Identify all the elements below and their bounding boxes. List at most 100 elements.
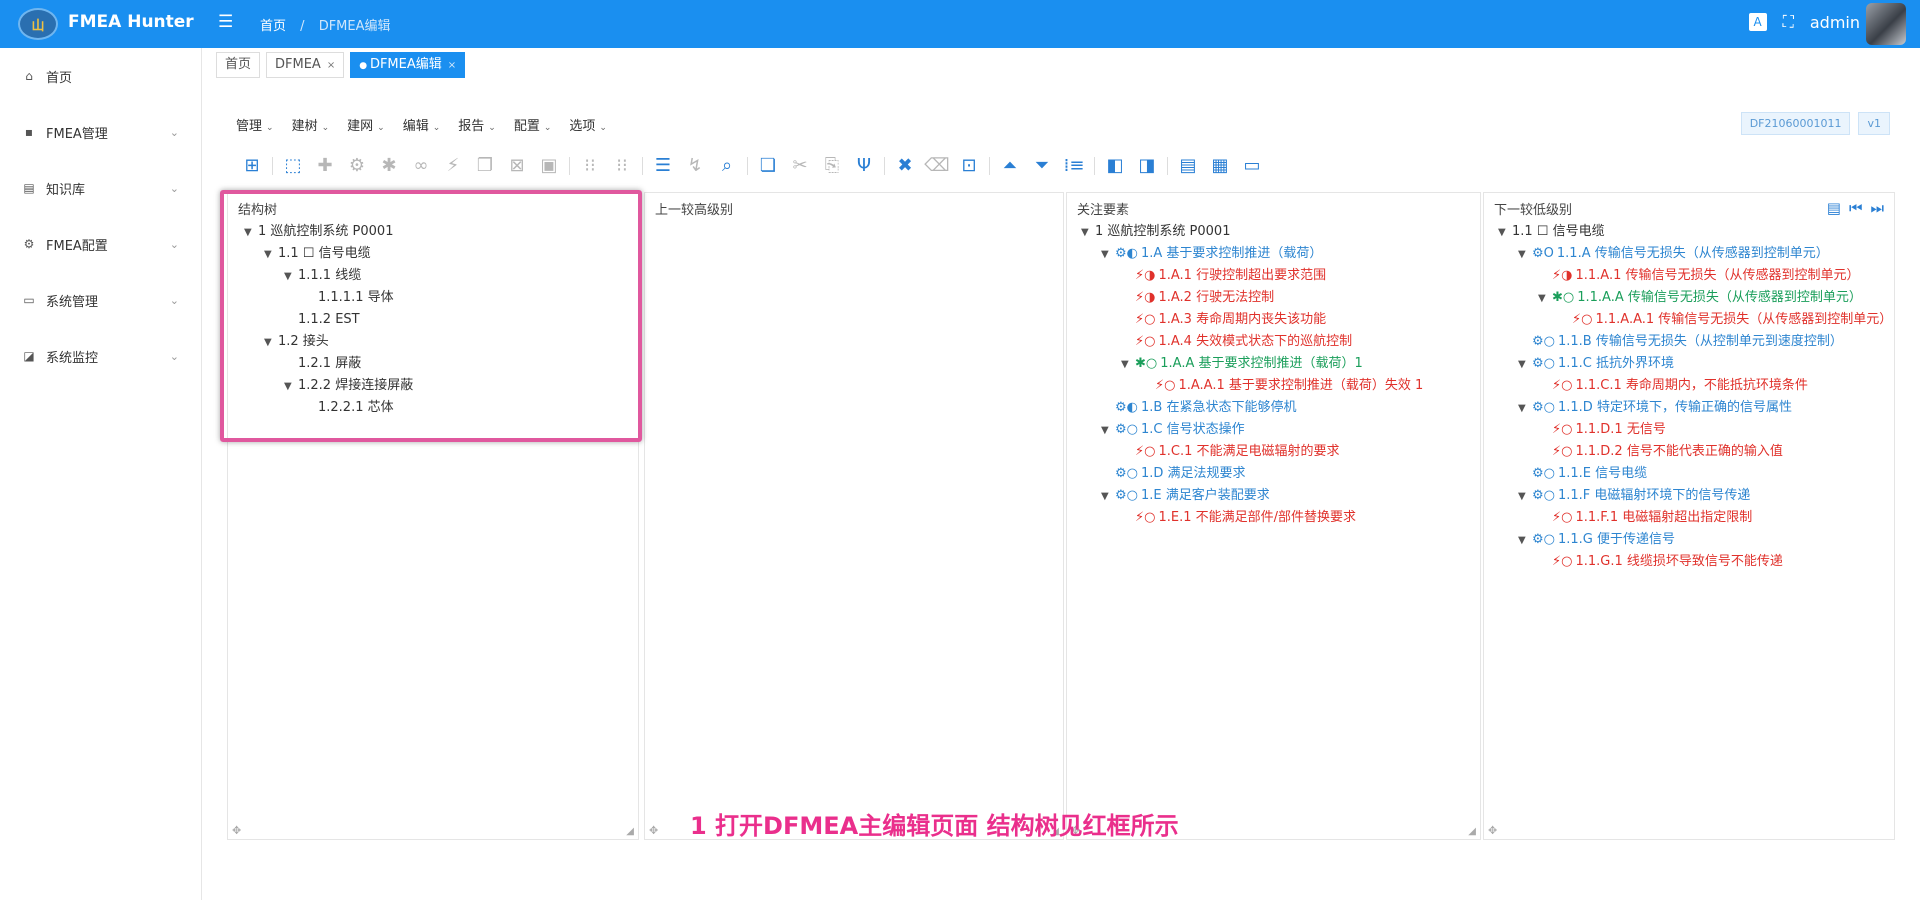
corner-grip-icon[interactable]: ◢ xyxy=(1468,826,1476,837)
sidebar-item-1[interactable]: ▪ FMEA管理 ⌄ xyxy=(0,104,201,160)
sidebar-item-2[interactable]: ▤ 知识库 ⌄ xyxy=(0,160,201,216)
grid2-icon[interactable]: ⁝⁝ xyxy=(606,153,638,179)
tree-node[interactable]: ⚡○ 1.A.A.1 基于要求控制推进（载荷）失效 1 xyxy=(1067,375,1480,397)
menu-fold-icon[interactable]: ☰ xyxy=(218,12,233,32)
tree-node[interactable]: ⚡◑ 1.1.A.1 传输信号无损失（从传感器到控制单元） xyxy=(1484,265,1894,287)
tree-node[interactable]: ▼ ⚙○ 1.1.G 便于传递信号 xyxy=(1484,529,1894,551)
sidebar-item-4[interactable]: ▭ 系统管理 ⌄ xyxy=(0,272,201,328)
backspace-icon[interactable]: ⌫ xyxy=(921,153,953,179)
expand-toggle-icon[interactable]: ▼ xyxy=(1518,398,1532,420)
menu-item-2[interactable]: 建网 ⌄ xyxy=(347,115,385,134)
resize-handle-icon[interactable]: ✥ xyxy=(649,824,658,837)
expand-toggle-icon[interactable]: ▼ xyxy=(1518,244,1532,266)
app-logo[interactable]: 山 xyxy=(18,8,58,40)
split-left-icon[interactable]: ◧ xyxy=(1099,153,1131,179)
tree-node[interactable]: ⚡○ 1.A.4 失效模式状态下的巡航控制 xyxy=(1067,331,1480,353)
tree-node[interactable]: ⚡○ 1.1.G.1 线缆损坏导致信号不能传递 xyxy=(1484,551,1894,573)
sidebar-item-5[interactable]: ◪ 系统监控 ⌄ xyxy=(0,328,201,384)
tree-node[interactable]: ⚡○ 1.1.F.1 电磁辐射超出指定限制 xyxy=(1484,507,1894,529)
paste-box-icon[interactable]: ▣ xyxy=(533,153,565,179)
tree-node[interactable]: ⚡○ 1.1.D.1 无信号 xyxy=(1484,419,1894,441)
menu-item-5[interactable]: 配置 ⌄ xyxy=(514,115,552,134)
tree-node[interactable]: ▼ ✱○ 1.1.A.A 传输信号无损失（从传感器到控制单元） xyxy=(1484,287,1894,309)
tree-node[interactable]: ⚡○ 1.1.A.A.1 传输信号无损失（从传感器到控制单元） xyxy=(1484,309,1894,331)
menu-item-6[interactable]: 选项 ⌄ xyxy=(569,115,607,134)
expand-toggle-icon[interactable]: ▼ xyxy=(1101,244,1115,266)
sidebar-item-0[interactable]: ⌂ 首页 xyxy=(0,48,201,104)
split-right-icon[interactable]: ◨ xyxy=(1131,153,1163,179)
menu-item-1[interactable]: 建树 ⌄ xyxy=(292,115,330,134)
translate-icon[interactable]: A xyxy=(1748,13,1767,31)
menu-item-0[interactable]: 管理 ⌄ xyxy=(236,115,274,134)
expand-toggle-icon[interactable]: ▼ xyxy=(1498,222,1512,244)
last-page-icon[interactable]: ⏭ xyxy=(1870,199,1884,217)
close-icon[interactable]: × xyxy=(327,60,335,71)
tab-2[interactable]: ● DFMEA编辑 × xyxy=(350,52,466,78)
search-icon[interactable]: ⌕ xyxy=(711,153,743,179)
copy-doc-icon[interactable]: ❏ xyxy=(752,153,784,179)
fullscreen-icon[interactable]: ⛶ xyxy=(1783,12,1794,32)
table-grid-icon[interactable]: ▦ xyxy=(1204,153,1236,179)
puzzle-icon[interactable]: ✚ xyxy=(309,153,341,179)
table-view-icon[interactable]: ▤ xyxy=(1827,199,1841,217)
copy-icon[interactable]: ❐ xyxy=(469,153,501,179)
sidebar-item-3[interactable]: ⚙ FMEA配置 ⌄ xyxy=(0,216,201,272)
tree-node[interactable]: ▼ 1.1 ☐ 信号电缆 xyxy=(1484,221,1894,243)
tree-node[interactable]: ▼ ⚙○ 1.1.C 抵抗外界环境 xyxy=(1484,353,1894,375)
corner-grip-icon[interactable]: ◢ xyxy=(626,826,634,837)
tree-node[interactable]: ▼ ✱○ 1.A.A 基于要求控制推进（载荷）1 xyxy=(1067,353,1480,375)
tree-node[interactable]: ⚙◐ 1.B 在紧急状态下能够停机 xyxy=(1067,397,1480,419)
username[interactable]: admin xyxy=(1810,13,1860,32)
expand-toggle-icon[interactable]: ▼ xyxy=(1518,354,1532,376)
menu-item-4[interactable]: 报告 ⌄ xyxy=(458,115,496,134)
tree-node[interactable]: ⚡○ 1.E.1 不能满足部件/部件替换要求 xyxy=(1067,507,1480,529)
focus-icon[interactable]: ⊡ xyxy=(953,153,985,179)
tab-0[interactable]: 首页 xyxy=(216,52,261,78)
bolt-icon[interactable]: ⚡ xyxy=(437,153,469,179)
tree-node[interactable]: ▼ ⚙O 1.1.A 传输信号无损失（从传感器到控制单元） xyxy=(1484,243,1894,265)
grid-icon[interactable]: ⁝⁝ xyxy=(574,153,606,179)
menu-item-3[interactable]: 编辑 ⌄ xyxy=(403,115,441,134)
chevron-down-icon[interactable]: ⌄ xyxy=(170,126,179,139)
tree-node[interactable]: ⚡○ 1.1.D.2 信号不能代表正确的输入值 xyxy=(1484,441,1894,463)
avatar[interactable] xyxy=(1866,3,1906,45)
list-icon[interactable]: ☰ xyxy=(647,153,679,179)
tree-node[interactable]: ▼ 1 巡航控制系统 P0001 xyxy=(1067,221,1480,243)
collapse-up-icon[interactable]: ⏶ xyxy=(994,153,1026,179)
tree-node[interactable]: ▼ ⚙○ 1.1.D 特定环境下，传输正确的信号属性 xyxy=(1484,397,1894,419)
tree-node[interactable]: ⚙○ 1.D 满足法规要求 xyxy=(1067,463,1480,485)
expand-down-icon[interactable]: ⏷ xyxy=(1026,153,1058,179)
first-page-icon[interactable]: ⏮ xyxy=(1849,199,1863,217)
tree-node[interactable]: ⚙○ 1.1.B 传输信号无损失（从控制单元到速度控制） xyxy=(1484,331,1894,353)
tree-node[interactable]: ⚡○ 1.C.1 不能满足电磁辐射的要求 xyxy=(1067,441,1480,463)
chevron-down-icon[interactable]: ⌄ xyxy=(170,182,179,195)
tab-1[interactable]: DFMEA × xyxy=(266,52,345,78)
expand-toggle-icon[interactable]: ▼ xyxy=(1538,288,1552,310)
expand-toggle-icon[interactable]: ▼ xyxy=(1518,486,1532,508)
tree-node[interactable]: ▼ ⚙◐ 1.A 基于要求控制推进（载荷） xyxy=(1067,243,1480,265)
structure-icon[interactable]: ⬚ xyxy=(277,153,309,179)
expand-toggle-icon[interactable]: ▼ xyxy=(1101,486,1115,508)
window-icon[interactable]: ▭ xyxy=(1236,153,1268,179)
tree-node[interactable]: ⚡○ 1.1.C.1 寿命周期内，不能抵抗环境条件 xyxy=(1484,375,1894,397)
tree-node[interactable]: ▼ ⚙○ 1.C 信号状态操作 xyxy=(1067,419,1480,441)
gear-icon[interactable]: ⚙ xyxy=(341,153,373,179)
close-x-icon[interactable]: ✖ xyxy=(889,153,921,179)
tree-node[interactable]: ⚙○ 1.1.E 信号电缆 xyxy=(1484,463,1894,485)
link-icon[interactable]: ∞ xyxy=(405,153,437,179)
expand-toggle-icon[interactable]: ▼ xyxy=(1518,530,1532,552)
paste-icon[interactable]: ⎘ xyxy=(816,153,848,179)
chevron-down-icon[interactable]: ⌄ xyxy=(170,350,179,363)
tree-node[interactable]: ⚡○ 1.A.3 寿命周期内丧失该功能 xyxy=(1067,309,1480,331)
numbered-list-icon[interactable]: ⁞≡ xyxy=(1058,153,1090,179)
expand-toggle-icon[interactable]: ▼ xyxy=(1121,354,1135,376)
delete-box-icon[interactable]: ⊠ xyxy=(501,153,533,179)
expand-toggle-icon[interactable]: ▼ xyxy=(1081,222,1095,244)
table-icon[interactable]: ▤ xyxy=(1172,153,1204,179)
chevron-down-icon[interactable]: ⌄ xyxy=(170,294,179,307)
chevron-down-icon[interactable]: ⌄ xyxy=(170,238,179,251)
tree-node[interactable]: ▼ ⚙○ 1.E 满足客户装配要求 xyxy=(1067,485,1480,507)
tree-node[interactable]: ⚡◑ 1.A.2 行驶无法控制 xyxy=(1067,287,1480,309)
pin-icon[interactable]: ↯ xyxy=(679,153,711,179)
resize-handle-icon[interactable]: ✥ xyxy=(232,824,241,837)
